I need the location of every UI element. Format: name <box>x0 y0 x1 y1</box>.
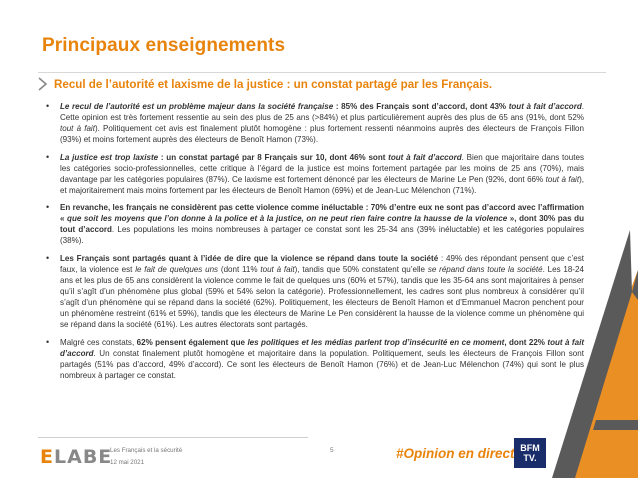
finding-text: : 85% des Français sont d’accord, dont 4… <box>333 102 509 111</box>
finding-text: ), tandis que 50% constatent qu’elle <box>294 264 428 274</box>
bfm-bottom-text: TV. <box>523 453 537 463</box>
finding-text: (dont 11% <box>218 264 261 274</box>
finding-text: . Les 18-24 ans et les plus de 65 ans co… <box>60 264 584 330</box>
finding-text: tout à fait <box>260 264 295 274</box>
finding-text: tout à fait d’accord <box>508 102 582 111</box>
elabe-logo: ELABE <box>40 446 112 468</box>
bfm-top-text: BFM <box>520 443 540 453</box>
findings-list: Le recul de l’autorité est un problème m… <box>44 101 584 387</box>
finding-item: La justice est trop laxiste : un constat… <box>44 152 584 196</box>
finding-item: Malgré ces constats, 62% pensent égaleme… <box>44 337 584 381</box>
finding-text: La justice est trop laxiste <box>60 152 159 162</box>
finding-item: Le recul de l’autorité est un problème m… <box>44 101 584 145</box>
hashtag: #Opinion en direct <box>396 446 515 461</box>
section-subtitle: Recul de l’autorité et laxisme de la jus… <box>36 76 606 92</box>
bfmtv-logo: BFM TV. <box>514 438 546 468</box>
finding-text: 62% pensent également que <box>136 337 248 347</box>
finding-text: tout à fait <box>60 124 95 134</box>
page-number: 5 <box>330 447 334 454</box>
finding-text: le fait de quelques uns <box>135 264 219 274</box>
finding-text: les politiques et les médias parlent tro… <box>247 337 505 347</box>
finding-text: se répand dans toute la société <box>427 264 543 274</box>
finding-text: : un constat partagé par 8 Français sur … <box>158 152 389 162</box>
finding-text: tout à fait d’accord <box>388 152 462 162</box>
finding-text: que soit les moyens que l’on donne à la … <box>67 214 508 224</box>
finding-item: Les Français sont partagés quant à l’idé… <box>44 253 584 331</box>
logo-text: ELABE <box>40 446 113 468</box>
page-title: Principaux enseignements <box>42 35 286 56</box>
finding-text: . Les populations les moins nombreuses à… <box>60 225 584 246</box>
divider <box>38 72 606 73</box>
finding-text: Malgré ces constats, <box>60 337 137 347</box>
chevron-right-icon <box>38 77 48 91</box>
finding-text: . Un constat finalement plutôt homogène … <box>60 348 584 380</box>
subtitle-text: Recul de l’autorité et laxisme de la jus… <box>54 77 493 91</box>
finding-item: En revanche, les français ne considèrent… <box>44 202 584 246</box>
finding-text: Le recul de l’autorité est un problème m… <box>60 102 334 111</box>
finding-text: , dont 22% <box>504 337 548 347</box>
finding-text: Les Français sont partagés quant à l’idé… <box>60 253 439 263</box>
footer-divider <box>38 437 308 438</box>
finding-text: ). Politiquement cet avis est finalement… <box>60 124 584 145</box>
survey-name: Les Français et la sécurité <box>110 447 183 454</box>
survey-date: 12 mai 2021 <box>110 459 145 466</box>
finding-text: tout à fait <box>545 174 580 184</box>
